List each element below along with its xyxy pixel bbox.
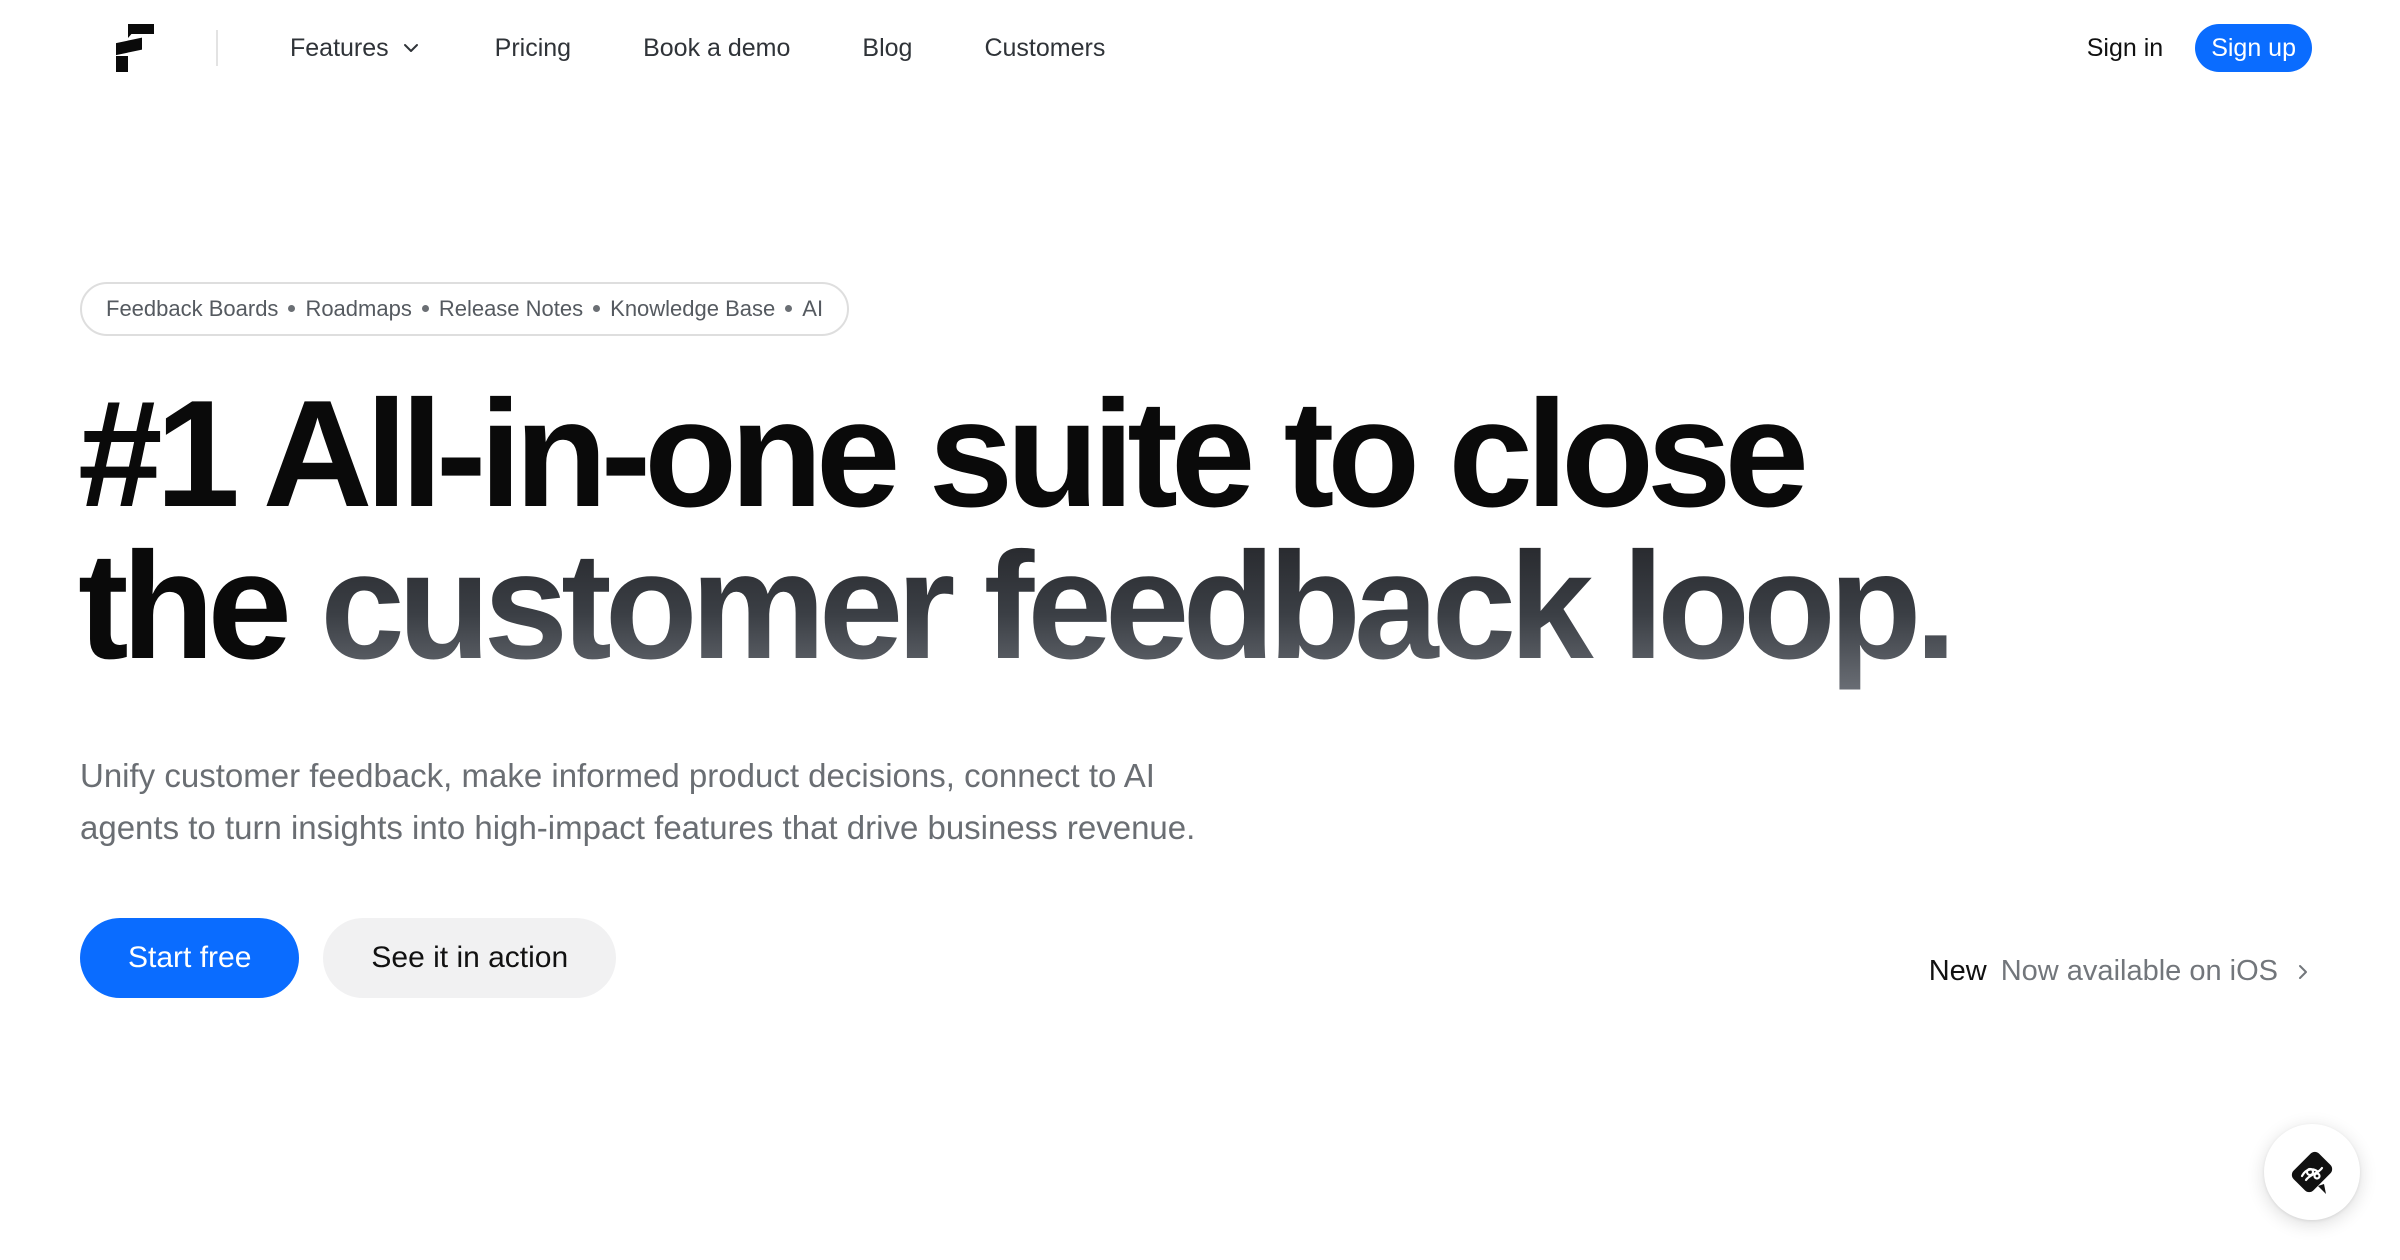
headline-line-2-plain: the [78,521,321,691]
tag-separator-dot [785,304,793,312]
headline-line-2-gradient: customer feedback loop. [320,521,1957,691]
tag-ai: AI [802,296,824,321]
product-tags-pill: Feedback Boards Roadmaps Release Notes K… [80,282,850,336]
tag-feedback-boards: Feedback Boards [106,296,279,321]
nav-pricing-link[interactable]: Pricing [495,34,571,63]
see-it-in-action-button[interactable]: See it in action [323,918,617,998]
header-auth-actions: Sign in Sign up [2087,0,2312,96]
chat-support-icon [2291,1151,2333,1194]
nav-features-dropdown[interactable]: Features [290,34,421,63]
chat-support-widget-button[interactable] [2264,1124,2360,1220]
hero-headline: #1 All-in-one suite to close the custome… [78,378,1978,682]
ios-banner-text: Now available on iOS [2000,955,2278,987]
headline-line-2: the customer feedback loop. [78,530,1978,682]
top-navigation-bar: Features Pricing Book a demo Blog Custom… [0,0,2400,96]
sign-up-button[interactable]: Sign up [2195,24,2312,72]
tag-release-notes: Release Notes [438,296,584,321]
tag-separator-dot [421,304,429,312]
hero-subtitle: Unify customer feedback, make informed p… [80,750,1340,854]
nav-customers-link[interactable]: Customers [984,34,1105,63]
featurebase-logo-icon[interactable] [112,20,160,76]
nav-book-demo-link[interactable]: Book a demo [643,34,790,63]
headline-line-1: #1 All-in-one suite to close [78,369,1809,539]
tag-separator-dot [593,304,601,312]
ios-availability-link[interactable]: New Now available on iOS [1929,955,2312,988]
header-divider [216,30,218,66]
main-nav: Features Pricing Book a demo Blog Custom… [290,0,1177,96]
new-label: New [1928,955,1987,987]
tag-knowledge-base: Knowledge Base [610,296,776,321]
hero-cta-row: Start free See it in action [80,918,617,998]
subtitle-line-1: Unify customer feedback, make informed p… [80,757,1155,794]
nav-features-label: Features [290,33,389,62]
chevron-down-icon [403,44,418,52]
subtitle-line-2: agents to turn insights into high-impact… [80,809,1196,846]
tag-roadmaps: Roadmaps [305,296,412,321]
chevron-right-icon [2299,964,2307,979]
nav-blog-link[interactable]: Blog [862,34,912,63]
start-free-button[interactable]: Start free [80,918,300,998]
page: Features Pricing Book a demo Blog Custom… [0,0,2400,1260]
tag-separator-dot [288,304,296,312]
sign-in-link[interactable]: Sign in [2087,34,2163,63]
